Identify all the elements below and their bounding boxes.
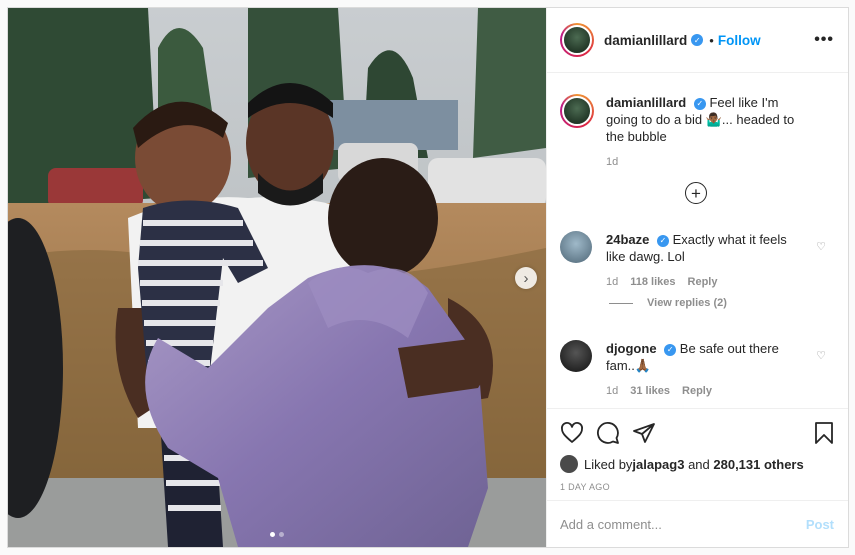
comment-age[interactable]: 1d [606,274,618,291]
comment-username[interactable]: 24baze [606,232,649,247]
heart-icon[interactable]: ♡ [816,349,826,362]
commenter-avatar[interactable] [560,231,592,263]
action-icons [547,409,848,447]
caption-username[interactable]: damianlillard [606,95,686,110]
caption-avatar[interactable] [560,94,594,128]
verified-icon: ✓ [691,34,704,46]
comment-likes[interactable]: 31 likes [630,383,670,400]
heart-icon[interactable]: ♡ [816,240,826,253]
separator-dot: • [709,32,714,48]
liked-by: Liked by jalapag3 and 280,131 others [547,447,848,473]
view-replies-button[interactable]: View replies (2) [609,297,727,309]
liker-username[interactable]: jalapag3 [632,457,684,472]
author-username[interactable]: damianlillard [604,33,687,48]
view-replies-label[interactable]: View replies (2) [647,297,727,309]
comment-age[interactable]: 1d [606,383,618,400]
author-avatar[interactable] [560,23,594,57]
comment-row: 24baze ✓ Exactly what it feels like dawg… [560,231,832,291]
comment-likes[interactable]: 118 likes [630,274,675,291]
liker-avatar[interactable] [560,455,578,473]
post-side-panel: damianlillard ✓ • Follow ••• damianlilla… [546,8,848,547]
carousel-dot [270,532,275,537]
caption-row: damianlillard ✓ Feel like I'm going to d… [560,94,832,171]
reply-button[interactable]: Reply [682,383,712,400]
verified-icon: ✓ [693,97,706,110]
carousel-dot [279,532,284,537]
next-arrow-icon[interactable]: › [515,267,537,289]
comment-row: djogone ✓ Be safe out there fam..🙏🏾 1d 3… [560,340,832,400]
verified-icon: ✓ [664,343,677,356]
post-photo[interactable]: › [8,8,546,547]
liked-by-prefix: Liked by [584,456,633,472]
bookmark-icon[interactable] [812,421,836,445]
post-comment-button[interactable]: Post [806,517,834,532]
share-icon[interactable] [632,421,656,445]
post-modal: › damianlillard ✓ • Follow ••• damianlil… [7,7,849,548]
liked-by-and: and [684,456,714,472]
plus-circle-icon[interactable]: + [685,182,707,204]
verified-icon: ✓ [657,234,669,247]
post-header: damianlillard ✓ • Follow ••• [547,8,848,73]
comments-list[interactable]: damianlillard ✓ Feel like I'm going to d… [547,74,848,408]
comment-input[interactable]: Add a comment... [560,517,806,532]
photo-illustration [8,8,546,547]
comment-username[interactable]: djogone [606,341,657,356]
commenter-avatar[interactable] [560,340,592,372]
comment-icon[interactable] [596,421,620,445]
caption-age[interactable]: 1d [606,154,618,171]
likes-count[interactable]: 280,131 others [713,457,803,472]
reply-button[interactable]: Reply [688,274,718,291]
carousel-dots [270,532,284,537]
follow-button[interactable]: Follow [718,33,761,48]
comment-composer: Add a comment... Post [547,500,848,547]
post-date[interactable]: 1 DAY AGO [547,473,848,492]
more-options-icon[interactable]: ••• [814,31,834,49]
heart-icon[interactable] [560,421,584,445]
divider [609,302,633,304]
post-actions: Liked by jalapag3 and 280,131 others 1 D… [547,408,848,492]
